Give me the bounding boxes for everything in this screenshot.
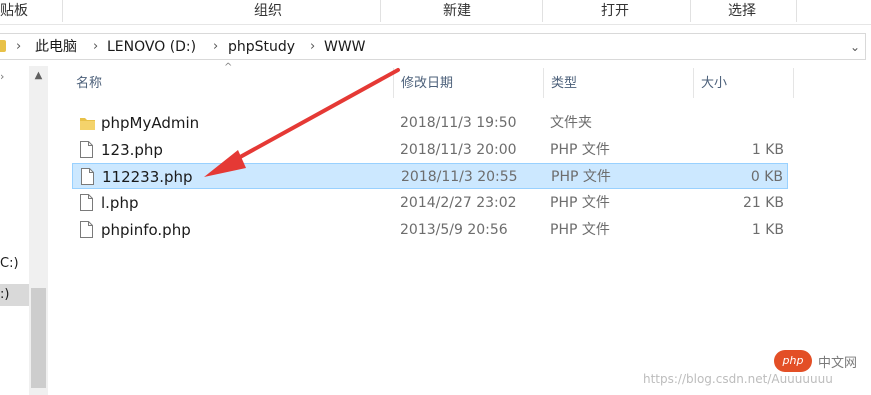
file-date: 2018/11/3 19:50 (400, 115, 517, 131)
file-date: 2013/5/9 20:56 (400, 222, 508, 238)
breadcrumb-this-pc[interactable]: 此电脑 (35, 38, 77, 56)
file-name: 112233.php (102, 168, 193, 186)
ribbon-tab-organize[interactable]: 组织 (254, 2, 282, 22)
ribbon-separator (542, 0, 543, 22)
file-row-phpmyadmin[interactable]: phpMyAdmin 2018/11/3 19:50 文件夹 (72, 110, 788, 136)
file-size: 0 KB (750, 169, 783, 185)
file-name: 123.php (101, 141, 163, 159)
file-icon (80, 221, 93, 238)
column-header-size[interactable]: 大小 (695, 68, 793, 100)
column-header-type[interactable]: 类型 (545, 68, 693, 100)
folder-icon (0, 40, 6, 52)
file-date: 2018/11/3 20:00 (400, 142, 517, 158)
file-type: PHP 文件 (550, 195, 610, 211)
ribbon-separator (690, 0, 691, 22)
column-header-name[interactable]: 名称 (70, 68, 392, 100)
file-icon (81, 168, 94, 185)
column-divider[interactable] (693, 68, 694, 98)
nav-scrollbar[interactable]: ▲ (29, 66, 48, 395)
file-name: l.php (101, 194, 139, 212)
address-bar[interactable]: › 此电脑 › LENOVO (D:) › phpStudy › WWW ⌄ (0, 33, 866, 60)
watermark-url: https://blog.csdn.net/Auuuuuuu (643, 372, 833, 386)
column-divider[interactable] (393, 68, 394, 98)
column-divider[interactable] (543, 68, 544, 98)
file-row-l-php[interactable]: l.php 2014/2/27 23:02 PHP 文件 21 KB (72, 190, 788, 216)
scroll-up-icon[interactable]: ▲ (32, 70, 45, 82)
file-row-123-php[interactable]: 123.php 2018/11/3 20:00 PHP 文件 1 KB (72, 137, 788, 163)
file-size: 1 KB (751, 142, 784, 158)
ribbon-tab-clipboard[interactable]: 贴板 (0, 2, 28, 22)
file-name: phpinfo.php (101, 221, 191, 239)
chevron-right-icon[interactable]: › (213, 38, 218, 56)
breadcrumb-phpstudy[interactable]: phpStudy (228, 38, 295, 56)
file-type: PHP 文件 (550, 142, 610, 158)
file-type: PHP 文件 (550, 222, 610, 238)
chevron-down-icon[interactable]: ⌄ (847, 37, 863, 57)
file-row-phpinfo-php[interactable]: phpinfo.php 2013/5/9 20:56 PHP 文件 1 KB (72, 217, 788, 243)
breadcrumb-www[interactable]: WWW (324, 38, 366, 56)
file-size: 1 KB (751, 222, 784, 238)
nav-item-drive-c[interactable]: C:) (0, 255, 19, 273)
ribbon-separator (796, 0, 797, 22)
file-row-112233-php[interactable]: 112233.php 2018/11/3 20:55 PHP 文件 0 KB (72, 163, 788, 189)
file-icon (80, 194, 93, 211)
breadcrumb-drive[interactable]: LENOVO (D:) (107, 38, 196, 56)
watermark-logo: php (774, 350, 812, 372)
file-date: 2014/2/27 23:02 (400, 195, 517, 211)
chevron-right-icon[interactable]: › (16, 38, 21, 56)
nav-expand-icon[interactable]: › (0, 68, 4, 86)
ribbon-separator (380, 0, 381, 22)
column-divider[interactable] (793, 68, 794, 98)
file-name: phpMyAdmin (101, 114, 200, 132)
scrollbar-thumb[interactable] (31, 288, 46, 388)
file-date: 2018/11/3 20:55 (401, 169, 518, 185)
column-header-date[interactable]: 修改日期 (395, 68, 543, 100)
navigation-pane: › C:) :) ▲ (0, 66, 48, 395)
ribbon-tab-select[interactable]: 选择 (728, 2, 756, 22)
watermark-site-name: 中文网 (818, 356, 858, 371)
ribbon: 贴板 组织 新建 打开 选择 (0, 0, 871, 25)
chevron-right-icon[interactable]: › (93, 38, 98, 56)
ribbon-tab-open[interactable]: 打开 (601, 2, 629, 22)
file-size: 21 KB (742, 195, 784, 211)
file-icon (80, 141, 93, 158)
file-type: 文件夹 (550, 115, 592, 131)
nav-item-drive-d[interactable]: :) (0, 284, 29, 306)
file-type: PHP 文件 (551, 169, 611, 185)
ribbon-separator (62, 0, 63, 22)
folder-icon (80, 118, 95, 130)
chevron-right-icon[interactable]: › (310, 38, 315, 56)
ribbon-tab-new[interactable]: 新建 (443, 2, 471, 22)
